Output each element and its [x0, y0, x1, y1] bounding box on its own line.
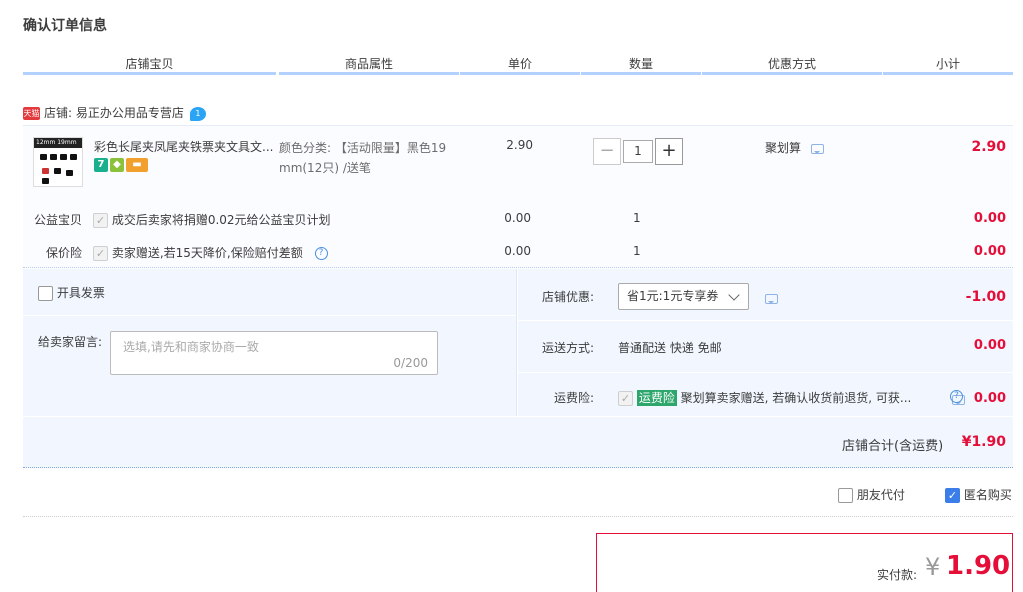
freight-insurance-label: 运费险:: [554, 391, 595, 405]
clip-shape: [60, 154, 67, 160]
comment-icon[interactable]: [810, 143, 824, 154]
charity-row: ✓ 成交后卖家将捐赠0.02元给公益宝贝计划: [93, 211, 331, 228]
col-header-subtotal: 小计: [935, 57, 960, 71]
product-name-link[interactable]: 彩色长尾夹凤尾夹铁票夹文具文...: [94, 138, 274, 155]
price-protection-subtotal: 0.00: [973, 244, 1006, 259]
friend-pay-option[interactable]: 朋友代付: [838, 486, 905, 503]
header-divider: [702, 72, 882, 75]
shipping-amount: 0.00: [973, 338, 1006, 353]
charity-price: 0.00: [504, 211, 531, 225]
freight-insurance-amount: 0.00: [973, 391, 1006, 406]
unit-price: 2.90: [506, 138, 533, 152]
shop-discount-select[interactable]: 省1元:1元专享券: [618, 283, 749, 310]
shop-row: 天猫 店铺: 易正办公用品专营店 1: [23, 104, 206, 121]
page-title: 确认订单信息: [23, 18, 107, 34]
freight-insurance-description: 聚划算卖家赠送, 若确认收货前退货, 可获...: [680, 391, 912, 405]
product-thumbnail[interactable]: 12mm 19mm: [33, 137, 83, 187]
freight-insurance-tag: 运费险: [636, 390, 677, 406]
attr-line-1: 颜色分类: 【活动限量】黑色19: [279, 141, 447, 155]
thumbnail-caption: 12mm 19mm: [34, 138, 82, 148]
price-protection-checkbox: ✓: [93, 246, 108, 261]
header-divider: [279, 72, 459, 75]
clip-shape: [66, 170, 73, 176]
product-badges: 7 ◆ ▬: [94, 157, 150, 172]
quantity-plus-button[interactable]: +: [655, 138, 683, 165]
chevron-down-icon: [728, 289, 740, 301]
product-attributes: 颜色分类: 【活动限量】黑色19 mm(12只) /送笔: [279, 138, 459, 178]
shipping-method: 普通配送 快递 免邮: [618, 341, 722, 355]
row-separator: [518, 320, 1013, 321]
invoice-checkbox[interactable]: [38, 286, 53, 301]
clip-shape: [70, 154, 77, 160]
anonymous-label: 匿名购买: [963, 488, 1012, 502]
invoice-option[interactable]: 开具发票: [38, 284, 105, 301]
shop-discount-selected: 省1元:1元专享券: [627, 289, 719, 303]
shop-discount-amount: -1.00: [965, 289, 1006, 305]
price-protection-description: 卖家赠送,若15天降价,保险赔付差额: [111, 246, 303, 260]
col-header-attributes: 商品属性: [344, 57, 393, 71]
charity-label: 公益宝贝: [34, 213, 83, 227]
anonymous-option[interactable]: ✓ 匿名购买: [945, 486, 1012, 503]
friend-pay-label: 朋友代付: [856, 488, 905, 502]
price-protection-price: 0.00: [504, 244, 531, 258]
clip-shape: [42, 168, 49, 174]
charity-subtotal: 0.00: [973, 211, 1006, 226]
shop-total-label: 店铺合计(含运费): [842, 439, 944, 454]
price-protection-label: 保价险: [46, 246, 83, 260]
quantity-stepper: − 1 +: [593, 138, 683, 165]
header-divider: [581, 72, 701, 75]
clip-shape: [54, 168, 61, 174]
clip-shape: [42, 178, 49, 184]
divider: [23, 516, 1013, 517]
payment-currency: ¥: [925, 553, 941, 581]
quantity-minus-button[interactable]: −: [593, 138, 621, 165]
anonymous-checkbox[interactable]: ✓: [945, 488, 960, 503]
freight-insurance-checkbox: ✓: [618, 391, 633, 406]
clip-shape: [40, 154, 47, 160]
col-header-unit-price: 单价: [507, 57, 532, 71]
shipping-label: 运送方式:: [542, 341, 595, 355]
guarantee-icon[interactable]: ◆: [110, 157, 124, 172]
col-header-quantity: 数量: [628, 57, 653, 71]
message-placeholder: 选填,请先和商家协商一致: [123, 340, 259, 354]
payment-amount: 1.90: [946, 551, 1011, 581]
message-counter: 0/200: [393, 356, 428, 370]
seller-message-input[interactable]: 选填,请先和商家协商一致 0/200: [110, 331, 438, 375]
help-icon[interactable]: ?: [314, 247, 328, 260]
promo-label: 聚划算: [765, 141, 802, 155]
price-protection-row: ✓ 卖家赠送,若15天降价,保险赔付差额 ?: [93, 244, 328, 261]
shop-discount-label: 店铺优惠:: [542, 290, 595, 304]
wangwang-chat-icon[interactable]: 1: [189, 106, 206, 121]
invoice-label: 开具发票: [56, 286, 105, 300]
attr-line-2: mm(12只) /送笔: [279, 161, 371, 175]
col-header-discount: 优惠方式: [767, 57, 816, 71]
charity-description: 成交后卖家将捐赠0.02元给公益宝贝计划: [111, 213, 331, 227]
header-divider: [460, 72, 580, 75]
comment-icon[interactable]: [765, 293, 778, 304]
promo-method: 聚划算: [765, 139, 824, 156]
shop-total-amount: ¥1.90: [961, 434, 1006, 450]
header-divider: [883, 72, 1013, 75]
credit-card-icon[interactable]: ▬: [126, 157, 148, 172]
friend-pay-checkbox[interactable]: [838, 488, 853, 503]
header-divider: [23, 72, 276, 75]
payment-label: 实付款:: [877, 568, 918, 582]
charity-checkbox: ✓: [93, 213, 108, 228]
clip-shape: [50, 154, 57, 160]
seven-day-return-icon[interactable]: 7: [94, 157, 108, 172]
row-separator: [518, 372, 1013, 373]
charity-qty: 1: [633, 211, 641, 225]
col-header-shop-item: 店铺宝贝: [125, 57, 174, 71]
shop-name[interactable]: 店铺: 易正办公用品专营店: [44, 106, 184, 120]
tmall-icon: 天猫: [23, 107, 40, 120]
freight-insurance-row: ✓ 运费险 聚划算卖家赠送, 若确认收货前退货, 可获...: [618, 389, 911, 406]
item-subtotal: 2.90: [971, 139, 1006, 155]
message-label: 给卖家留言:: [38, 335, 103, 349]
quantity-input[interactable]: 1: [623, 140, 653, 163]
price-protection-qty: 1: [633, 244, 641, 258]
row-separator: [23, 315, 516, 316]
